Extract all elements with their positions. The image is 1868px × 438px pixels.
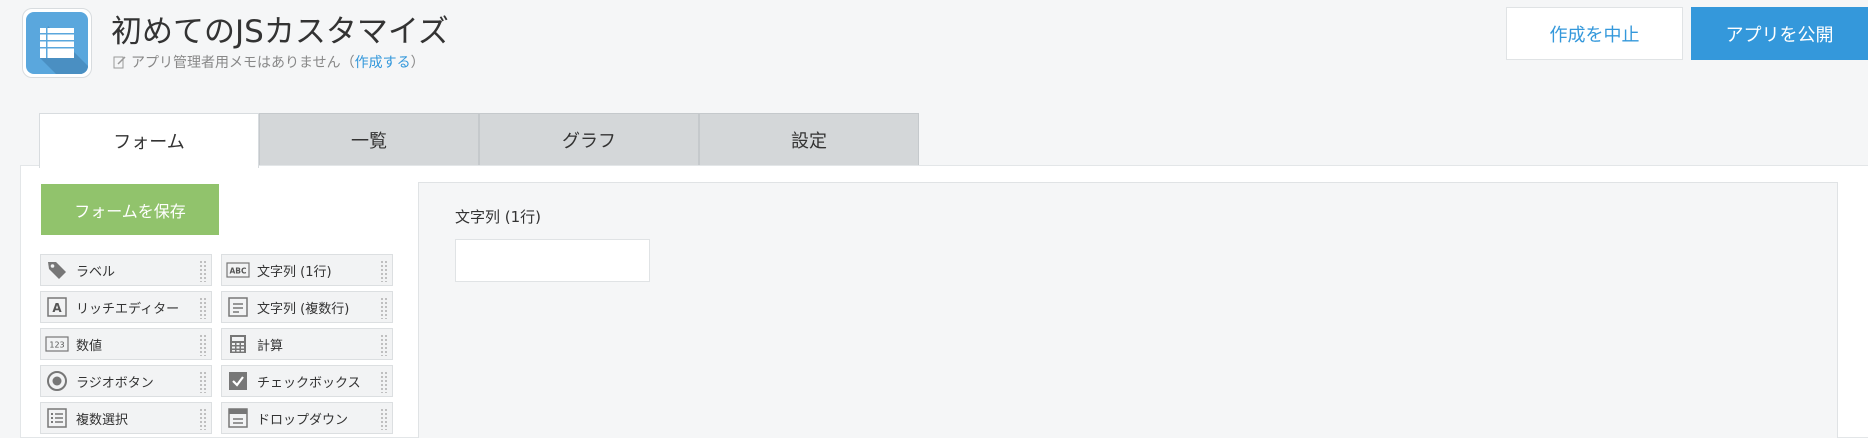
cancel-button[interactable]: 作成を中止 (1506, 7, 1683, 60)
memo-close-paren: ） (410, 55, 425, 71)
palette-item-text: チェックボックス (257, 375, 361, 391)
dropdown-icon (226, 406, 250, 430)
drag-handle[interactable] (380, 260, 388, 282)
drag-handle[interactable] (199, 260, 207, 282)
palette-item-text: ドロップダウン (257, 412, 349, 428)
app-title: 初めてのJSカスタマイズ (111, 14, 449, 50)
drag-handle[interactable] (380, 371, 388, 393)
palette-item-text: ラジオボタン (76, 375, 154, 391)
admin-memo: アプリ管理者用メモはありません（ 作成する ） (113, 52, 425, 72)
palette-item-text: リッチエディター (76, 301, 180, 317)
palette-item-text: ラベル (76, 264, 116, 280)
multiline-text-icon (226, 295, 250, 319)
memo-text: アプリ管理者用メモはありません（ (131, 55, 355, 71)
tab-graph[interactable]: グラフ (479, 113, 699, 166)
calculator-icon (226, 332, 250, 356)
list-icon (40, 26, 88, 74)
svg-text:A: A (52, 301, 62, 315)
drag-handle[interactable] (199, 408, 207, 430)
drag-handle[interactable] (199, 297, 207, 319)
palette-item-radio[interactable]: ラジオボタン (40, 365, 212, 397)
palette-item-multi-line-text[interactable]: 文字列 (複数行) (221, 291, 393, 323)
palette-item-single-line-text[interactable]: ABC 文字列 (1行) (221, 254, 393, 286)
palette-item-text: 文字列 (複数行) (257, 301, 350, 317)
checkbox-icon (226, 369, 250, 393)
rich-editor-icon: A (45, 295, 69, 319)
palette-item-dropdown[interactable]: ドロップダウン (221, 402, 393, 434)
edit-icon (113, 55, 127, 69)
tab-list[interactable]: 一覧 (259, 113, 479, 166)
tag-icon (45, 258, 69, 282)
palette-item-label[interactable]: ラベル (40, 254, 212, 286)
svg-text:123: 123 (49, 341, 64, 350)
drag-handle[interactable] (380, 297, 388, 319)
palette-item-text: 計算 (257, 338, 284, 354)
publish-button[interactable]: アプリを公開 (1691, 7, 1868, 60)
create-memo-link[interactable]: 作成する (355, 52, 411, 72)
tab-bar: フォーム 一覧 グラフ 設定 (39, 113, 919, 168)
palette-item-number[interactable]: 123 数値 (40, 328, 212, 360)
tab-settings[interactable]: 設定 (699, 113, 919, 166)
save-form-button[interactable]: フォームを保存 (41, 184, 219, 235)
palette-item-multi-select[interactable]: 複数選択 (40, 402, 212, 434)
abc-icon: ABC (226, 258, 250, 282)
palette-item-text: 複数選択 (76, 412, 129, 428)
app-icon (22, 8, 92, 78)
drag-handle[interactable] (199, 334, 207, 356)
drag-handle[interactable] (380, 408, 388, 430)
field-palette: ラベル ABC 文字列 (1行) A リッチエディター 文字列 (複数行) 12… (40, 254, 393, 434)
palette-item-calc[interactable]: 計算 (221, 328, 393, 360)
radio-icon (45, 369, 69, 393)
canvas-field-label: 文字列 (1行) (455, 208, 542, 226)
tab-form[interactable]: フォーム (39, 113, 259, 168)
svg-text:ABC: ABC (229, 267, 247, 276)
drag-handle[interactable] (199, 371, 207, 393)
palette-item-checkbox[interactable]: チェックボックス (221, 365, 393, 397)
canvas-text-field[interactable] (455, 239, 650, 282)
palette-item-rich-editor[interactable]: A リッチエディター (40, 291, 212, 323)
number-icon: 123 (45, 332, 69, 356)
form-layout-canvas (418, 182, 1838, 438)
palette-item-text: 数値 (76, 338, 103, 354)
multi-select-icon (45, 406, 69, 430)
palette-item-text: 文字列 (1行) (257, 264, 332, 280)
drag-handle[interactable] (380, 334, 388, 356)
